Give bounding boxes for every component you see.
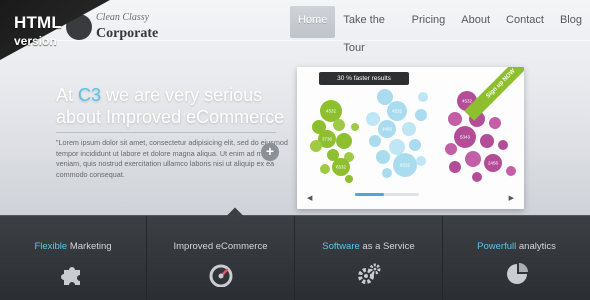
nav-item-about[interactable]: About (453, 6, 498, 38)
feature-label-rest: analytics (516, 241, 556, 252)
prev-arrow-icon[interactable]: ◀ (307, 194, 312, 202)
ribbon-line2: version (14, 34, 57, 48)
feature-label: Improved eCommerce (147, 241, 294, 252)
bubble-label-7: 5343 (460, 135, 471, 140)
slider-progress-fill (355, 193, 384, 196)
bubble-label-9: 2456 (488, 161, 499, 166)
bubble-label-3: 6532 (336, 165, 347, 170)
bubble-label-1: 4532 (326, 109, 337, 114)
bubble-label-5: 3456 (382, 127, 393, 132)
slider-progress[interactable] (355, 193, 419, 196)
headline-divider (56, 132, 276, 133)
feature-label-rest: as a Service (359, 241, 415, 252)
feature-flexible-marketing[interactable]: Flexible Marketing (0, 216, 147, 300)
faster-results-badge: 30 % faster results (319, 72, 409, 85)
blue-bubble-cluster (366, 89, 428, 178)
features-bar: Flexible Marketing Improved eCommerce So… (0, 215, 590, 300)
feature-software-service[interactable]: Software as a Service (295, 216, 443, 300)
speedometer-icon (209, 264, 232, 288)
feature-label: Powerfull analytics (443, 241, 590, 252)
ribbon-label: HTML version (14, 14, 62, 47)
hero-headline: At C3 we are very serious about Improved… (56, 84, 286, 128)
logo-name[interactable]: Corporate (96, 26, 158, 42)
headline-pre: At (56, 85, 74, 105)
gears-icon (357, 263, 380, 284)
plus-button[interactable]: + (261, 143, 279, 161)
nav-item-take-the-tour[interactable]: Take the Tour (335, 6, 403, 54)
feature-powerfull-analytics[interactable]: Powerfull analytics (443, 216, 590, 300)
feature-label-rest: Marketing (67, 241, 112, 252)
product-screenshot-panel: 4532 3736 6532 4532 3456 4532 5343 6532 … (297, 67, 524, 209)
bubble-label-2: 3736 (322, 137, 333, 142)
main-nav: Home Take the Tour Pricing About Contact… (290, 6, 590, 54)
feature-label-highlight: Powerfull (477, 241, 517, 252)
bubble-label-8: 6532 (400, 163, 411, 168)
puzzle-icon (61, 267, 80, 285)
feature-label: Software as a Service (295, 241, 442, 252)
nav-item-contact[interactable]: Contact (498, 6, 552, 38)
feature-label-highlight: Software (322, 241, 360, 252)
nav-item-blog[interactable]: Blog (552, 6, 590, 38)
next-arrow-icon[interactable]: ▶ (509, 194, 514, 202)
hero-body-text: "Lorem ipsum dolor sit amet, consectetur… (56, 138, 288, 179)
ribbon-line1: HTML (14, 13, 63, 32)
feature-label-rest: Improved eCommerce (173, 241, 268, 252)
nav-item-pricing[interactable]: Pricing (404, 6, 454, 38)
bubble-label-4: 4532 (392, 109, 403, 114)
feature-label-highlight: Flexible (34, 241, 68, 252)
pie-chart-icon (506, 263, 528, 284)
nav-item-home[interactable]: Home (290, 6, 336, 38)
headline-accent: C3 (78, 85, 102, 105)
logo-tagline: Clean Classy (96, 12, 150, 23)
feature-improved-ecommerce[interactable]: Improved eCommerce (147, 216, 295, 300)
feature-label: Flexible Marketing (0, 241, 146, 252)
